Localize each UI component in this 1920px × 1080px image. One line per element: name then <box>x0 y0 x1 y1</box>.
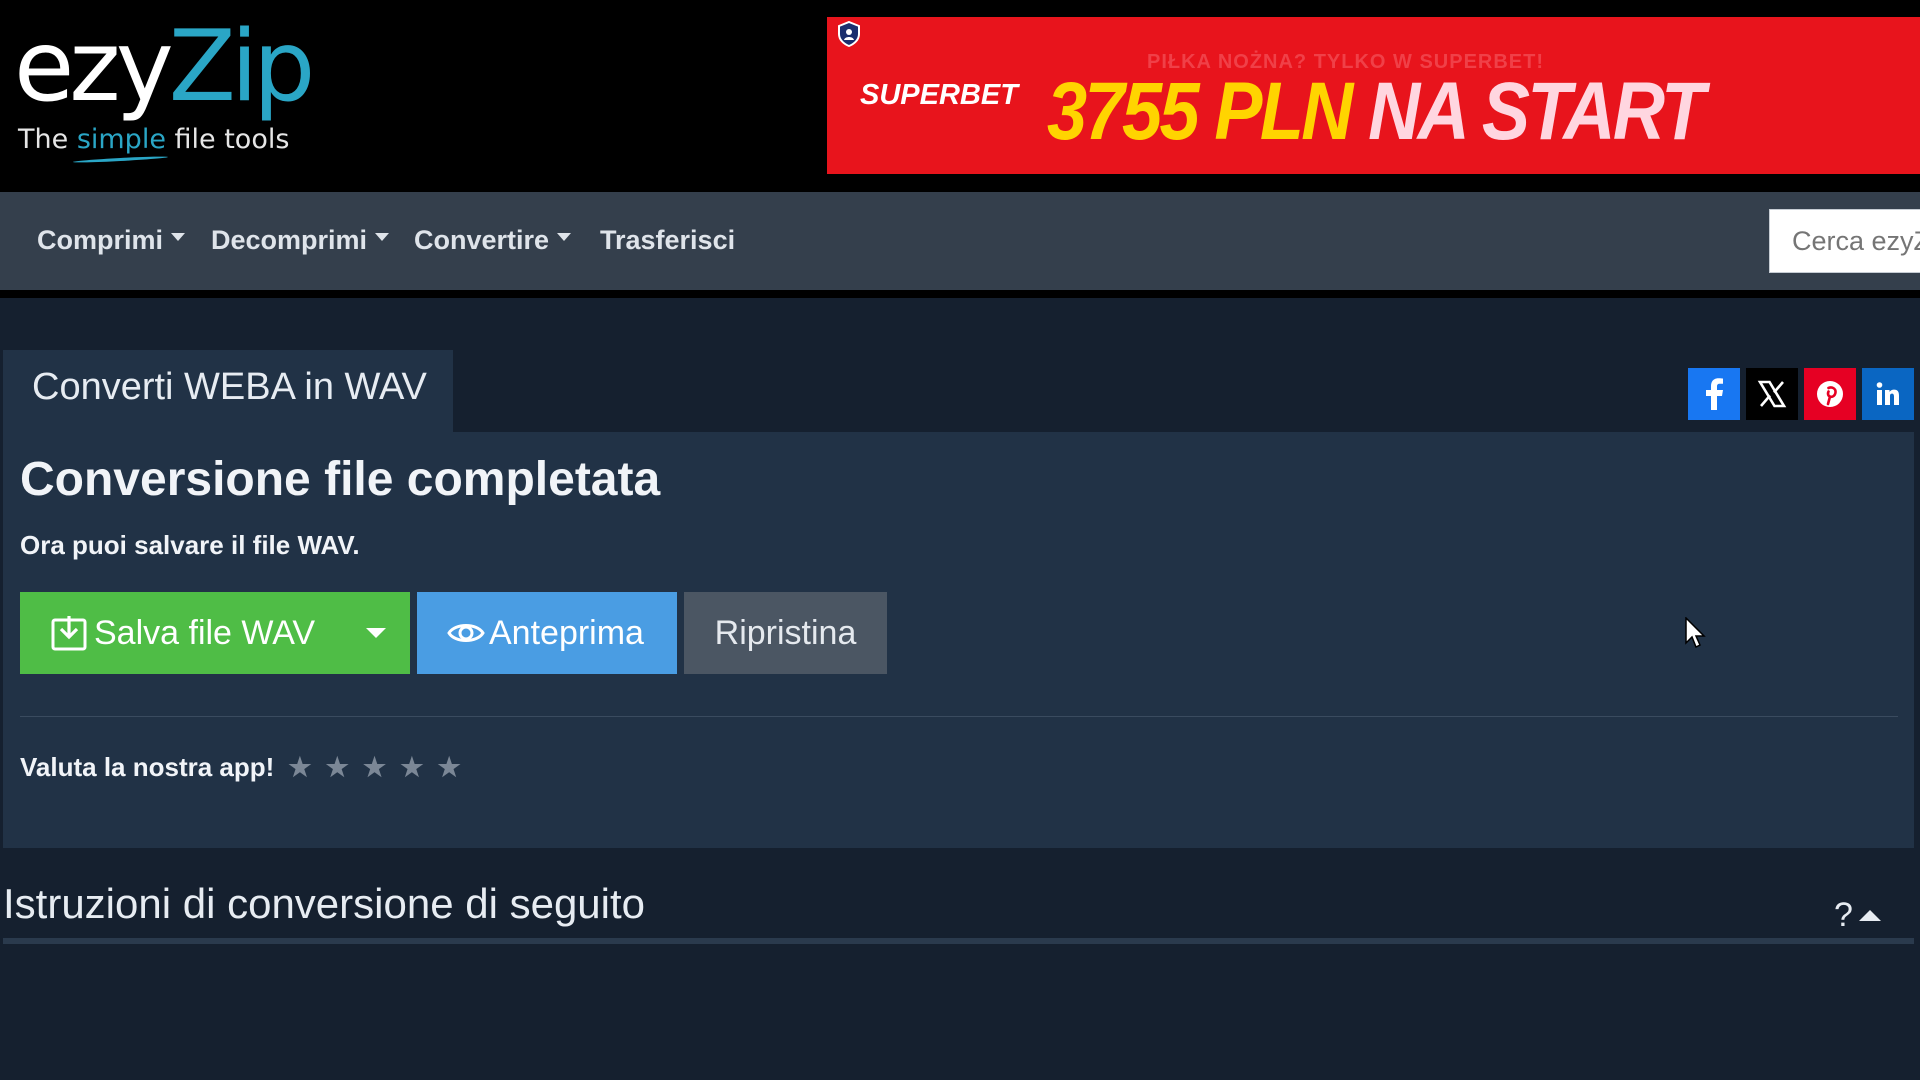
instructions-underline <box>3 938 1914 944</box>
x-twitter-icon <box>1757 380 1787 408</box>
share-x-button[interactable] <box>1746 368 1798 420</box>
result-panel: Conversione file completata Ora puoi sal… <box>3 432 1914 848</box>
rating-star-1[interactable]: ★ <box>288 752 311 783</box>
instructions-toggle[interactable]: ? <box>1834 896 1881 935</box>
rating-star-3[interactable]: ★ <box>363 752 386 783</box>
logo-ezy: ezy <box>14 10 174 124</box>
share-linkedin-button[interactable] <box>1862 368 1914 420</box>
chevron-down-icon[interactable] <box>366 628 386 638</box>
preview-button[interactable]: Anteprima <box>417 592 677 674</box>
reset-button-label: Ripristina <box>714 613 857 652</box>
ezyzip-logo[interactable]: ezyZip The simple file tools <box>14 18 315 168</box>
ad-brand: SUPERBET <box>860 79 1018 111</box>
tool-tab-label: Converti WEBA in WAV <box>32 366 427 408</box>
ad-headline-amount: 3755 PLN <box>1047 66 1369 157</box>
caret-down-icon <box>375 232 390 241</box>
ad-banner[interactable]: PIŁKA NOŻNA? TYLKO W SUPERBET! SUPERBET … <box>827 17 1920 174</box>
panel-subtitle: Ora puoi salvare il file WAV. <box>20 530 360 560</box>
collapse-up-icon[interactable] <box>1858 910 1881 921</box>
eye-icon <box>447 624 485 642</box>
save-button-label: Salva file WAV <box>94 613 316 652</box>
logo-zip: Zip <box>168 10 316 124</box>
caret-down-icon <box>171 232 186 241</box>
nav-item-trasferisci[interactable]: Trasferisci <box>600 225 735 256</box>
search-input[interactable] <box>1769 209 1920 273</box>
nav-divider <box>0 290 1920 298</box>
nav-label: Convertire <box>414 225 550 255</box>
nav-item-convertire[interactable]: Convertire <box>414 225 572 256</box>
caret-down-icon <box>557 232 572 241</box>
tagline-pre: The <box>18 124 77 155</box>
logo-tagline: The simple file tools <box>18 124 314 155</box>
tagline-simple: simple <box>76 124 166 155</box>
mouse-cursor-icon <box>1685 616 1707 654</box>
download-icon <box>51 616 87 651</box>
logo-wordmark: ezyZip <box>14 18 315 116</box>
save-wav-button[interactable]: Salva file WAV <box>20 592 410 674</box>
linkedin-icon <box>1876 382 1899 405</box>
nav-item-decomprimi[interactable]: Decomprimi <box>211 225 390 256</box>
ad-headline: 3755 PLN NA START <box>1047 65 1705 159</box>
share-pinterest-button[interactable] <box>1804 368 1856 420</box>
nav-label: Trasferisci <box>600 225 736 255</box>
facebook-icon <box>1706 378 1723 410</box>
pinterest-icon <box>1817 381 1843 407</box>
nav-item-comprimi[interactable]: Comprimi <box>37 225 186 256</box>
share-facebook-button[interactable] <box>1688 368 1740 420</box>
site-header: ezyZip The simple file tools PIŁKA NOŻNA… <box>0 0 1920 192</box>
panel-title: Conversione file completata <box>20 453 661 506</box>
rating-star-2[interactable]: ★ <box>326 752 349 783</box>
shield-icon <box>837 20 861 48</box>
nav-label: Comprimi <box>37 225 164 255</box>
rating-label: Valuta la nostra app! <box>20 752 275 782</box>
tagline-post: file tools <box>165 124 290 155</box>
nav-label: Decomprimi <box>211 225 368 255</box>
instructions-title: Istruzioni di conversione di seguito <box>3 880 646 927</box>
reset-button[interactable]: Ripristina <box>684 592 887 674</box>
rating-row: Valuta la nostra app! ★ ★ ★ ★ ★ <box>20 752 461 783</box>
ad-headline-start: NA START <box>1368 66 1705 157</box>
tool-tab[interactable]: Converti WEBA in WAV <box>3 350 453 432</box>
help-icon[interactable]: ? <box>1834 896 1853 935</box>
panel-divider <box>20 716 1898 717</box>
rating-star-5[interactable]: ★ <box>438 752 461 783</box>
main-nav: Comprimi Decomprimi Convertire Trasferis… <box>0 192 1920 290</box>
rating-star-4[interactable]: ★ <box>400 752 423 783</box>
preview-button-label: Anteprima <box>489 613 644 652</box>
